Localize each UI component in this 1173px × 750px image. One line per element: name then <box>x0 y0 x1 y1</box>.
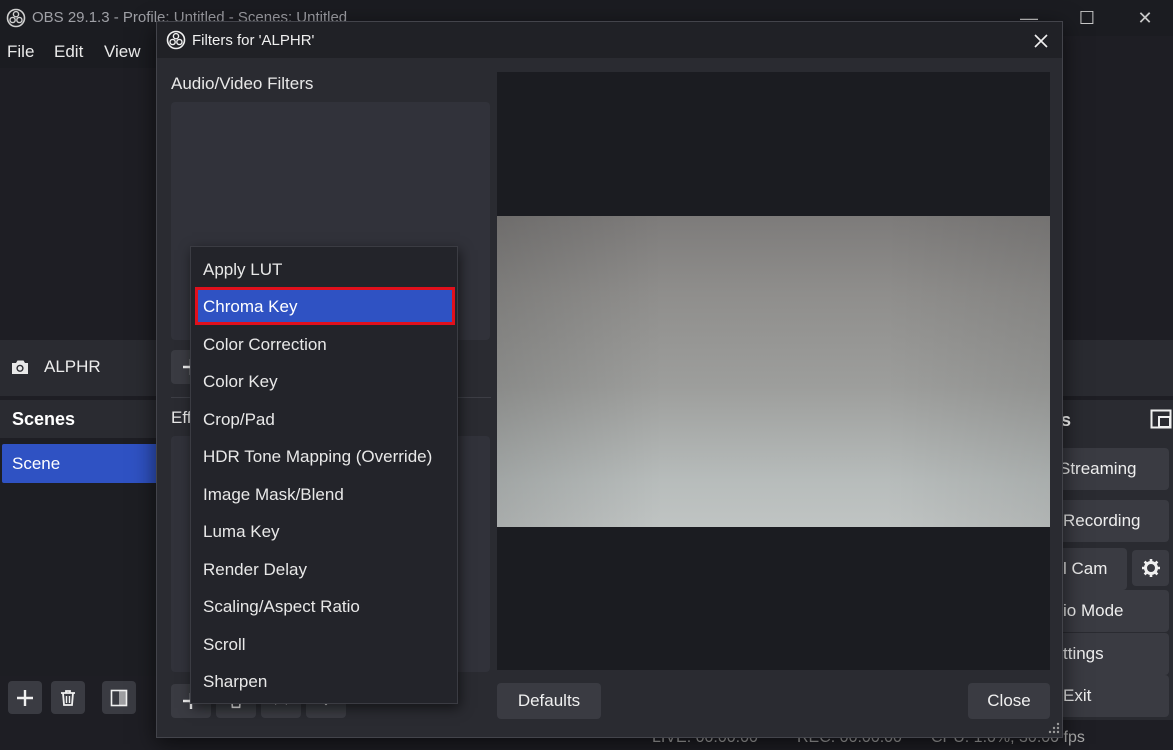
dialog-close-button[interactable] <box>1026 28 1056 54</box>
source-name: ALPHR <box>44 357 101 376</box>
scene-item-label: Scene <box>12 454 61 473</box>
filter-icon <box>110 689 128 706</box>
menu-file[interactable]: File <box>7 42 34 62</box>
remove-scene-button[interactable] <box>51 681 85 714</box>
menu-view[interactable]: View <box>104 42 141 62</box>
obs-logo-icon <box>166 30 186 50</box>
filter-type-menu: Apply LUT Chroma Key Color Correction Co… <box>190 246 458 704</box>
start-streaming-button[interactable]: Streaming <box>1063 448 1169 490</box>
menu-item-scaling-aspect-ratio[interactable]: Scaling/Aspect Ratio <box>203 597 360 617</box>
menu-item-apply-lut[interactable]: Apply LUT <box>203 260 282 280</box>
camera-preview-image <box>497 216 1050 527</box>
menu-item-render-delay[interactable]: Render Delay <box>203 560 307 580</box>
dialog-close-bottom-button[interactable]: Close <box>968 683 1050 719</box>
menu-item-hdr-tone-mapping[interactable]: HDR Tone Mapping (Override) <box>203 447 432 467</box>
maximize-button[interactable]: ☐ <box>1062 0 1112 36</box>
defaults-button[interactable]: Defaults <box>497 683 601 719</box>
settings-button[interactable]: ttings <box>1063 633 1169 675</box>
resize-grip-icon[interactable] <box>1046 722 1060 736</box>
menu-edit[interactable]: Edit <box>54 42 83 62</box>
obs-logo-icon <box>6 8 26 28</box>
plus-icon <box>17 689 33 706</box>
menu-item-scroll[interactable]: Scroll <box>203 635 246 655</box>
menu-item-image-mask-blend[interactable]: Image Mask/Blend <box>203 485 344 505</box>
menu-item-chroma-key[interactable]: Chroma Key <box>203 297 297 317</box>
exit-button[interactable]: Exit <box>1063 675 1169 717</box>
menu-item-luma-key[interactable]: Luma Key <box>203 522 280 542</box>
dock-popout-icon[interactable] <box>1150 409 1172 429</box>
exit-label: Exit <box>1063 686 1092 705</box>
audio-video-filters-label: Audio/Video Filters <box>171 74 314 93</box>
dialog-title: Filters for 'ALPHR' <box>192 32 315 49</box>
menu-item-color-correction[interactable]: Color Correction <box>203 335 327 355</box>
scenes-title: Scenes <box>12 409 76 429</box>
menu-item-crop-pad[interactable]: Crop/Pad <box>203 410 275 430</box>
start-virtual-cam-button[interactable]: l Cam <box>1063 548 1127 590</box>
gear-icon <box>1141 559 1160 577</box>
scene-filters-button[interactable] <box>102 681 136 714</box>
close-window-button[interactable]: ✕ <box>1120 0 1170 36</box>
studio-mode-button[interactable]: io Mode <box>1063 590 1169 632</box>
camera-icon <box>12 360 28 374</box>
close-icon <box>1034 34 1048 48</box>
virtual-cam-settings-button[interactable] <box>1132 550 1169 586</box>
menu-item-color-key[interactable]: Color Key <box>203 372 278 392</box>
start-recording-button[interactable]: Recording <box>1063 500 1169 542</box>
menu-item-sharpen[interactable]: Sharpen <box>203 672 267 692</box>
add-scene-button[interactable] <box>8 681 42 714</box>
trash-icon <box>61 689 75 706</box>
